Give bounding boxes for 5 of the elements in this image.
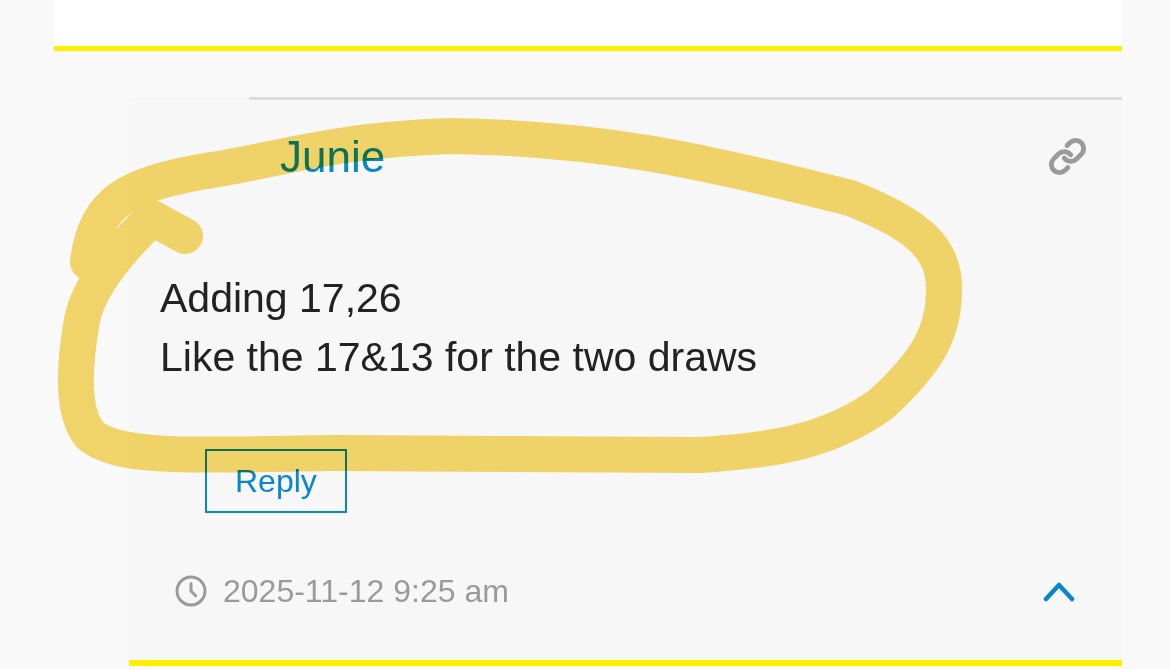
link-icon[interactable] (1048, 137, 1087, 176)
timestamp: 2025-11-12 9:25 am (223, 573, 509, 609)
comment-text: Adding 17,26 (160, 274, 403, 323)
comment-text: Like the 17&13 for the two draws (160, 333, 759, 382)
clock-icon (175, 575, 207, 607)
